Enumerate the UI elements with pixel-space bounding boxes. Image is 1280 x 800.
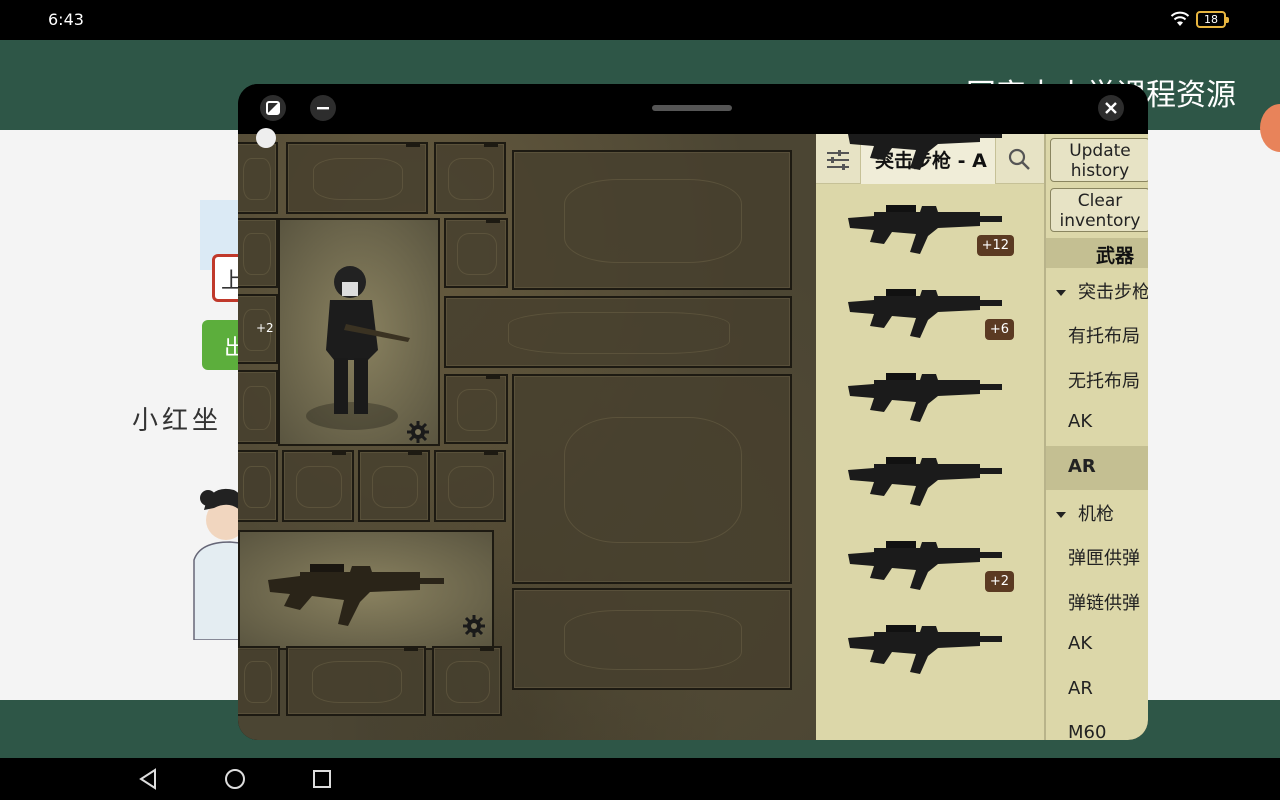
resize-icon bbox=[266, 101, 280, 115]
inventory-slot[interactable] bbox=[238, 646, 280, 716]
back-icon[interactable] bbox=[135, 766, 161, 792]
category-label: 弹链供弹 bbox=[1068, 592, 1140, 614]
inventory-slot[interactable] bbox=[286, 646, 426, 716]
inventory-game-area: +2 bbox=[238, 134, 816, 740]
inventory-slot[interactable] bbox=[238, 370, 278, 444]
inventory-slot[interactable] bbox=[282, 450, 354, 522]
inventory-slot[interactable] bbox=[238, 450, 278, 522]
weapon-list-item[interactable]: +2 bbox=[830, 524, 1020, 598]
character-panel[interactable] bbox=[278, 218, 440, 446]
rifle-image bbox=[848, 625, 1002, 674]
rifle-image bbox=[848, 373, 1002, 422]
inventory-slot[interactable] bbox=[444, 218, 508, 288]
battery-indicator: 18 bbox=[1196, 11, 1229, 28]
inventory-slot[interactable] bbox=[358, 450, 430, 522]
inventory-slot[interactable] bbox=[434, 450, 506, 522]
inventory-slot[interactable] bbox=[444, 374, 508, 444]
category-item[interactable]: AK bbox=[1046, 401, 1148, 445]
weapon-list-item[interactable] bbox=[830, 356, 1020, 430]
inventory-slot[interactable] bbox=[432, 646, 502, 716]
category-label: 机枪 bbox=[1078, 504, 1114, 525]
status-bar: 6:43 18 bbox=[0, 0, 1280, 40]
status-time: 6:43 bbox=[48, 10, 84, 29]
category-label: 突击步枪 bbox=[1078, 282, 1148, 303]
window-titlebar[interactable] bbox=[238, 84, 1148, 134]
category-group[interactable]: 机枪 bbox=[1046, 490, 1148, 534]
item-count-badge: +12 bbox=[976, 235, 1014, 256]
floating-window: +2 突击步枪 - A +12 +6 +2 Update history Cle… bbox=[238, 84, 1148, 740]
primary-weapon-panel[interactable] bbox=[238, 530, 494, 650]
category-group[interactable]: 突击步枪 bbox=[1046, 268, 1148, 312]
category-item[interactable]: 弹匣供弹 bbox=[1046, 534, 1148, 578]
backpack-grid[interactable] bbox=[512, 150, 792, 290]
backpack-main-grid[interactable] bbox=[512, 374, 792, 584]
category-item[interactable]: 有托布局 bbox=[1046, 312, 1148, 356]
close-icon bbox=[1105, 102, 1117, 114]
window-drag-handle[interactable] bbox=[652, 105, 732, 111]
wifi-icon bbox=[1170, 11, 1190, 26]
rig-grid[interactable] bbox=[444, 296, 792, 368]
weapon-list-item[interactable] bbox=[830, 440, 1020, 514]
screen: 6:43 18 国家中小学课程资源 上 出 小红坐 bbox=[0, 0, 1280, 800]
category-label: AK bbox=[1068, 411, 1093, 433]
category-label: 有托布局 bbox=[1068, 326, 1140, 348]
category-item[interactable]: AR bbox=[1046, 668, 1148, 712]
caret-down-icon bbox=[1056, 290, 1066, 296]
window-floating-dot[interactable] bbox=[256, 128, 276, 148]
category-label: M60 bbox=[1068, 722, 1107, 740]
weapon-settings-gear-icon[interactable] bbox=[462, 614, 486, 638]
clear-inventory-button[interactable]: Clear inventory bbox=[1050, 188, 1148, 232]
battery-level: 18 bbox=[1204, 13, 1218, 26]
category-panel: Update history Clear inventory 武器 突击步枪有托… bbox=[1044, 134, 1148, 740]
inventory-slot[interactable] bbox=[238, 218, 278, 288]
item-count-badge: +6 bbox=[984, 319, 1014, 340]
category-label: AK bbox=[1068, 633, 1093, 655]
rifle-image bbox=[848, 134, 1002, 170]
rifle-image bbox=[848, 457, 1002, 506]
window-minimize-button[interactable] bbox=[310, 95, 336, 121]
category-item[interactable]: AK bbox=[1046, 623, 1148, 667]
weapon-list-panel: 突击步枪 - A +12 +6 +2 bbox=[816, 134, 1044, 740]
home-icon[interactable] bbox=[222, 766, 248, 792]
weapon-list-item[interactable]: +12 bbox=[830, 188, 1020, 262]
character-settings-gear-icon[interactable] bbox=[406, 420, 430, 444]
update-history-button[interactable]: Update history bbox=[1050, 138, 1148, 182]
category-label: 无托布局 bbox=[1068, 370, 1140, 392]
pocket-grid[interactable] bbox=[512, 588, 792, 690]
weapon-list-item[interactable]: +6 bbox=[830, 272, 1020, 346]
category-item[interactable]: 无托布局 bbox=[1046, 357, 1148, 401]
inventory-slot[interactable] bbox=[238, 142, 278, 214]
window-resize-button[interactable] bbox=[260, 95, 286, 121]
recents-icon[interactable] bbox=[309, 766, 335, 792]
navigation-bar bbox=[0, 758, 1280, 800]
inventory-slot[interactable] bbox=[286, 142, 428, 214]
equipped-rifle-image bbox=[268, 564, 444, 626]
background-caption: 小红坐 bbox=[132, 406, 223, 436]
weapon-list-item[interactable] bbox=[830, 134, 1020, 178]
window-close-button[interactable] bbox=[1098, 95, 1124, 121]
left-slot-badge: +2 bbox=[256, 321, 274, 335]
item-count-badge: +2 bbox=[984, 571, 1014, 592]
category-item[interactable]: AR bbox=[1046, 445, 1148, 490]
category-label: 弹匣供弹 bbox=[1068, 548, 1140, 570]
minimize-icon bbox=[317, 107, 329, 110]
category-heading: 武器 bbox=[1046, 238, 1148, 268]
category-label: AR bbox=[1068, 677, 1093, 699]
category-item[interactable]: 弹链供弹 bbox=[1046, 579, 1148, 623]
inventory-slot[interactable] bbox=[434, 142, 506, 214]
weapon-list-item[interactable] bbox=[830, 608, 1020, 682]
category-item[interactable]: M60 bbox=[1046, 712, 1148, 740]
soldier-figure bbox=[306, 266, 410, 430]
caret-down-icon bbox=[1056, 512, 1066, 518]
category-label: AR bbox=[1068, 455, 1096, 477]
